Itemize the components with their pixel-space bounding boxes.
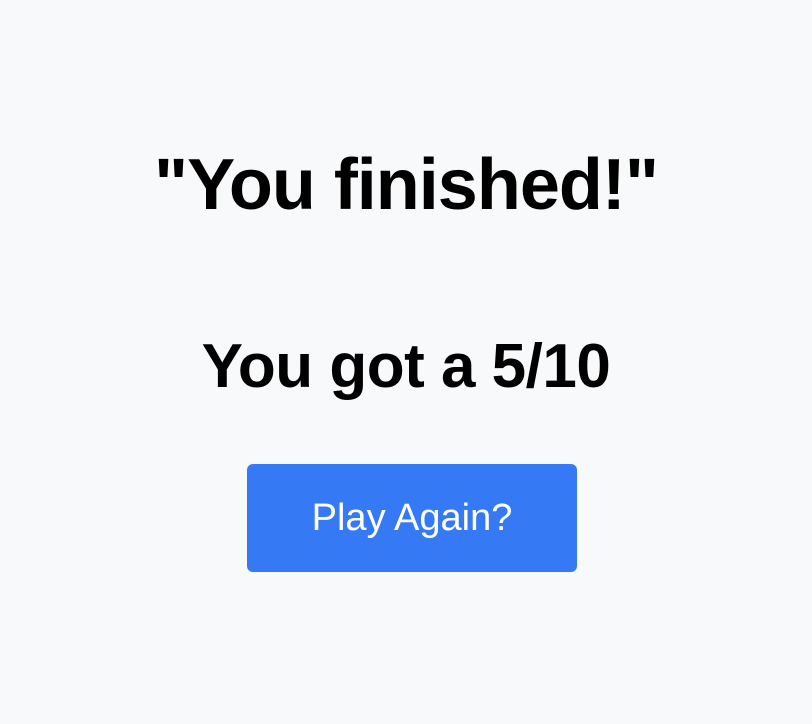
finished-title: "You finished!" [154, 145, 659, 225]
score-text: You got a 5/10 [201, 332, 611, 401]
play-again-button[interactable]: Play Again? [247, 464, 577, 572]
results-screen: "You finished!" You got a 5/10 Play Agai… [0, 0, 812, 724]
